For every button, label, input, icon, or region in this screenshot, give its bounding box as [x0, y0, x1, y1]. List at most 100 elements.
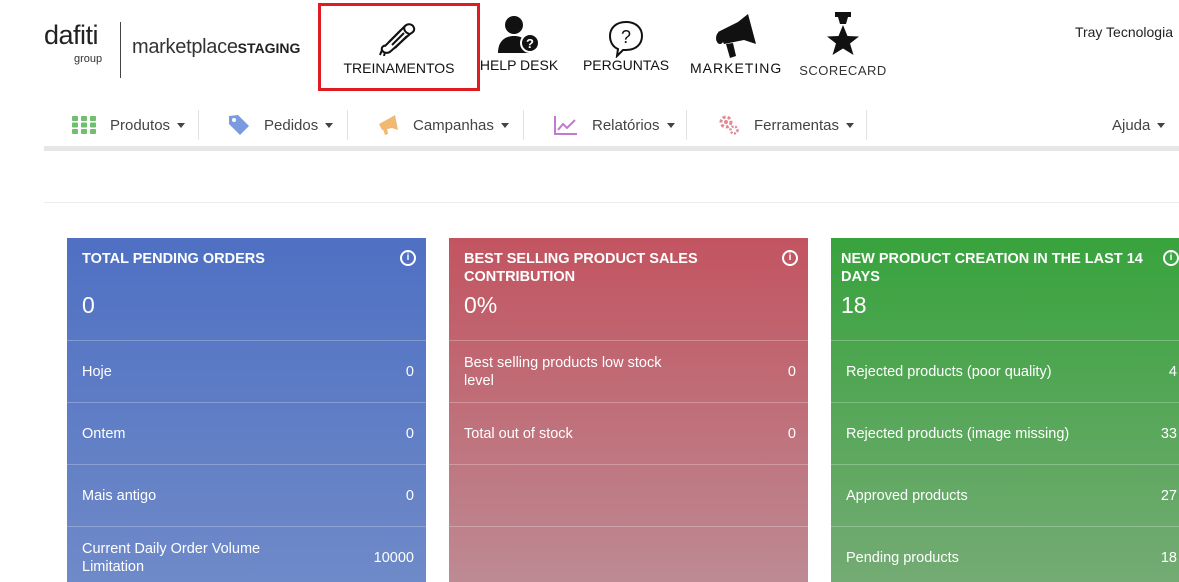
menu-relatorios[interactable]: Relatórios	[554, 104, 675, 146]
row-label: Best selling products low stock level	[464, 354, 662, 389]
row-value: 0	[405, 363, 414, 380]
card-row	[449, 465, 808, 527]
row-value: 10000	[373, 549, 414, 566]
row-label: Pending products	[846, 549, 959, 566]
main-menu-bar: Produtos Pedidos Campanhas Relatórios Fe…	[44, 104, 1179, 151]
user-help-icon: ?	[497, 14, 541, 59]
topnav-treinamentos[interactable]: TREINAMENTOS	[318, 3, 480, 91]
menu-produtos-label: Produtos	[110, 116, 171, 134]
card-total-pending-orders: TOTAL PENDING ORDERS i 0 Hoje 0 Ontem 0 Ma…	[67, 238, 426, 582]
row-label: Hoje	[82, 363, 112, 380]
card-new-product-creation: NEW PRODUCT CREATION IN THE LAST 14 DAYS…	[831, 238, 1179, 582]
topnav-treinamentos-label: TREINAMENTOS	[343, 60, 455, 76]
chevron-down-icon	[846, 122, 855, 128]
card-title: TOTAL PENDING ORDERS	[82, 251, 265, 267]
info-icon[interactable]: i	[782, 250, 798, 266]
row-label: Rejected products (image missing)	[846, 425, 1070, 442]
menu-pedidos[interactable]: Pedidos	[228, 104, 334, 146]
menu-relatorios-label: Relatórios	[592, 116, 660, 134]
megaphone-icon	[714, 14, 758, 63]
megaphone-icon	[377, 114, 399, 136]
menu-produtos[interactable]: Produtos	[72, 104, 186, 146]
topnav-perguntas-label: PERGUNTAS	[582, 57, 670, 73]
card-row[interactable]: Ontem 0	[67, 403, 426, 465]
menu-ferramentas-label: Ferramentas	[754, 116, 840, 134]
info-icon[interactable]: i	[1163, 250, 1179, 266]
menu-ferramentas[interactable]: Ferramentas	[718, 104, 855, 146]
grid-icon	[72, 116, 96, 134]
menu-campanhas-label: Campanhas	[413, 116, 494, 134]
card-row[interactable]: Mais antigo 0	[67, 465, 426, 527]
row-label: Approved products	[846, 487, 968, 504]
row-label: Total out of stock	[464, 425, 573, 442]
card-value: 18	[841, 292, 867, 318]
row-value: 0	[787, 363, 796, 380]
topnav-perguntas[interactable]: ? PERGUNTAS	[578, 0, 674, 95]
card-row[interactable]: Hoje 0	[67, 341, 426, 403]
card-row[interactable]: Best selling products low stock level 0	[449, 341, 808, 403]
row-label: Rejected products (poor quality)	[846, 363, 1052, 380]
menu-separator	[523, 110, 524, 140]
menu-ajuda-label: Ajuda	[1112, 116, 1151, 134]
chevron-down-icon	[1157, 122, 1166, 128]
menu-pedidos-label: Pedidos	[264, 116, 319, 134]
logo-env-text: STAGING	[237, 40, 301, 56]
row-value: 0	[787, 425, 796, 442]
logo-separator	[120, 22, 121, 78]
topnav-help-desk[interactable]: ? HELP DESK	[474, 0, 564, 95]
card-row[interactable]: Pending products 18	[831, 527, 1179, 582]
card-value: 0	[82, 292, 95, 318]
logo-group-text: group	[74, 53, 103, 65]
card-header: TOTAL PENDING ORDERS i 0	[67, 238, 426, 341]
row-value: 0	[405, 425, 414, 442]
card-row[interactable]: Rejected products (poor quality) 4	[831, 341, 1179, 403]
topnav-scorecard[interactable]: SCORECARD	[796, 0, 890, 95]
card-row[interactable]: Rejected products (image missing) 33	[831, 403, 1179, 465]
card-row[interactable]: Current Daily Order Volume Limitation 100…	[67, 527, 426, 582]
menu-ajuda[interactable]: Ajuda	[1112, 104, 1166, 146]
row-label: Mais antigo	[82, 487, 157, 504]
topnav-marketing[interactable]: MARKETING	[690, 0, 782, 95]
chevron-down-icon	[325, 122, 334, 128]
top-header: dafiti group marketplaceSTAGING TREINAME…	[0, 0, 1179, 100]
topnav-marketing-label: MARKETING	[690, 60, 783, 76]
medal-star-icon	[825, 12, 861, 63]
menu-campanhas[interactable]: Campanhas	[377, 104, 509, 146]
card-best-selling-contribution: BEST SELLING PRODUCT SALES CONTRIBUTION …	[449, 238, 808, 582]
chevron-down-icon	[500, 122, 509, 128]
card-header: NEW PRODUCT CREATION IN THE LAST 14 DAYS…	[831, 238, 1179, 341]
topnav-scorecard-label: SCORECARD	[799, 63, 887, 78]
svg-text:?: ?	[526, 36, 534, 51]
card-title: NEW PRODUCT CREATION IN THE LAST 14 DAYS	[841, 251, 1143, 285]
chart-icon	[554, 115, 578, 135]
row-value: 4	[1168, 363, 1177, 380]
row-value: 27	[1160, 487, 1177, 504]
card-row	[449, 527, 808, 582]
card-value: 0%	[464, 292, 498, 318]
info-icon[interactable]: i	[400, 250, 416, 266]
diploma-icon	[379, 20, 419, 61]
card-title: BEST SELLING PRODUCT SALES CONTRIBUTION	[464, 251, 698, 285]
card-row[interactable]: Approved products 27	[831, 465, 1179, 527]
dafiti-logo[interactable]: dafiti group marketplaceSTAGING	[44, 20, 300, 78]
tag-icon	[228, 114, 250, 136]
menu-separator	[866, 110, 867, 140]
svg-text:?: ?	[621, 27, 631, 47]
row-label: Ontem	[82, 425, 126, 442]
logo-dafiti-text: dafiti	[44, 20, 99, 50]
user-name[interactable]: Tray Tecnologia	[1075, 24, 1173, 40]
card-header: BEST SELLING PRODUCT SALES CONTRIBUTION …	[449, 238, 808, 341]
card-row[interactable]: Total out of stock 0	[449, 403, 808, 465]
row-value: 33	[1160, 425, 1177, 442]
row-value: 0	[405, 487, 414, 504]
topnav-help-desk-label: HELP DESK	[479, 57, 559, 73]
chevron-down-icon	[177, 122, 186, 128]
logo-marketplace: marketplaceSTAGING	[132, 36, 300, 59]
logo-marketplace-text: marketplace	[132, 36, 238, 58]
menu-separator	[686, 110, 687, 140]
chevron-down-icon	[666, 122, 675, 128]
content-divider	[44, 202, 1179, 203]
row-value: 18	[1160, 549, 1177, 566]
gear-icon	[718, 114, 740, 136]
menu-separator	[347, 110, 348, 140]
